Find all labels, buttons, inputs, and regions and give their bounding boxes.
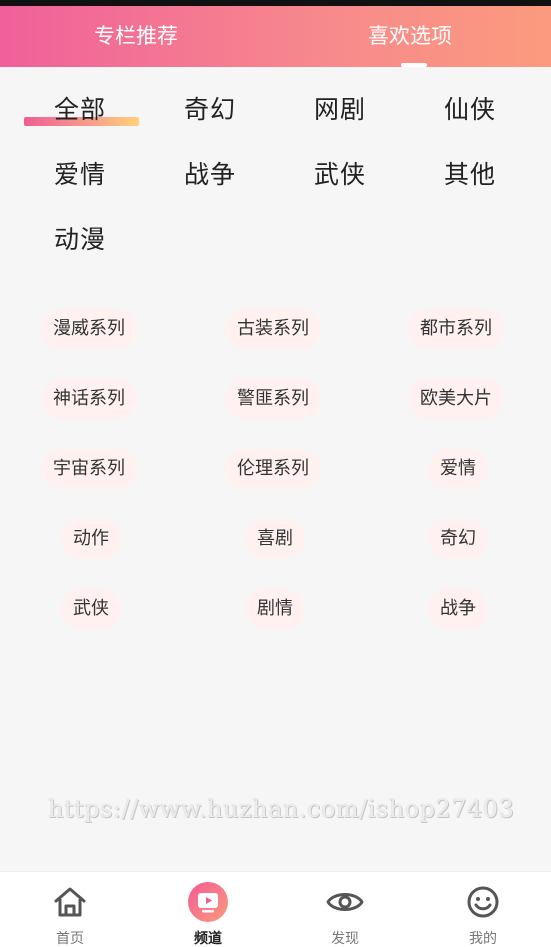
category-romance[interactable]: 爱情 — [54, 158, 106, 192]
tag-item[interactable]: 喜剧 — [245, 519, 305, 559]
category-anime[interactable]: 动漫 — [54, 223, 106, 257]
tag-item[interactable]: 欧美大片 — [408, 379, 504, 419]
tag-item[interactable]: 战争 — [428, 589, 488, 629]
category-fantasy[interactable]: 奇幻 — [184, 93, 236, 127]
category-xianxia[interactable]: 仙侠 — [444, 93, 496, 127]
category-war[interactable]: 战争 — [184, 158, 236, 192]
tag-item[interactable]: 奇幻 — [428, 519, 488, 559]
eye-icon — [326, 893, 364, 911]
active-tab-indicator — [401, 63, 427, 67]
tag-item[interactable]: 神话系列 — [41, 379, 137, 419]
nav-label: 我的 — [469, 931, 497, 947]
smiley-icon — [467, 886, 499, 918]
nav-item-discover[interactable]: 发现 — [305, 872, 385, 947]
tab-favorite-options[interactable]: 喜欢选项 — [368, 6, 452, 67]
tag-item[interactable]: 漫威系列 — [41, 309, 137, 349]
nav-label: 首页 — [56, 931, 84, 947]
tag-item[interactable]: 都市系列 — [408, 309, 504, 349]
nav-item-mine[interactable]: 我的 — [443, 872, 523, 947]
bottom-nav: 首页 频道 发现 我的 — [0, 871, 551, 947]
nav-label: 发现 — [331, 931, 359, 947]
tag-item[interactable]: 警匪系列 — [225, 379, 321, 419]
tag-item[interactable]: 爱情 — [428, 449, 488, 489]
tag-item[interactable]: 动作 — [61, 519, 121, 559]
tag-item[interactable]: 武侠 — [61, 589, 121, 629]
tag-item[interactable]: 古装系列 — [225, 309, 321, 349]
tab-column-recommend[interactable]: 专栏推荐 — [94, 6, 178, 67]
tag-item[interactable]: 宇宙系列 — [41, 449, 137, 489]
watermark-text: https://www.huzhan.com/ishop27403 — [48, 795, 515, 823]
category-all[interactable]: 全部 — [54, 93, 106, 127]
home-icon — [54, 887, 86, 917]
nav-item-channel[interactable]: 频道 — [168, 872, 248, 947]
category-web-drama[interactable]: 网剧 — [314, 93, 366, 127]
category-wuxia[interactable]: 武侠 — [314, 158, 366, 192]
channel-tv-icon — [188, 882, 228, 922]
top-tab-bar: 专栏推荐 喜欢选项 — [0, 6, 551, 67]
tag-item[interactable]: 剧情 — [245, 589, 305, 629]
nav-item-home[interactable]: 首页 — [30, 872, 110, 947]
nav-label: 频道 — [194, 931, 222, 947]
tag-item[interactable]: 伦理系列 — [225, 449, 321, 489]
category-other[interactable]: 其他 — [444, 158, 496, 192]
